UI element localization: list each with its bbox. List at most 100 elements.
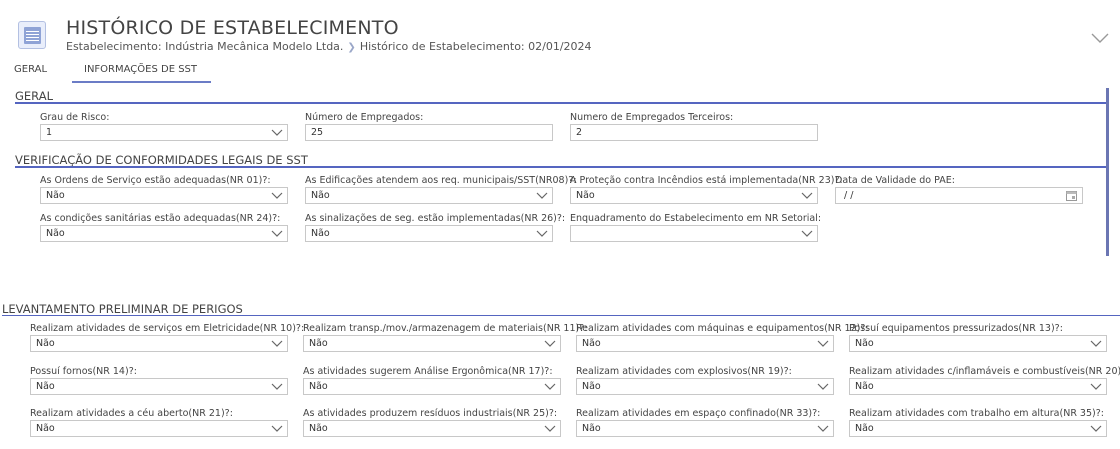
page-header: HISTÓRICO DE ESTABELECIMENTO Estabelecim… (0, 0, 1120, 58)
page-title: HISTÓRICO DE ESTABELECIMENTO (66, 17, 399, 39)
field-value: 1 (46, 127, 53, 138)
perigo-inflamaveis-select[interactable]: Não (849, 378, 1107, 395)
section-divider (2, 315, 1120, 316)
section-divider (15, 102, 1106, 104)
field-label: Realizam atividades em espaço confinado(… (576, 408, 821, 419)
tab-geral[interactable]: GERAL (14, 64, 47, 75)
perigo-espaco-confinado-select[interactable]: Não (576, 420, 834, 437)
field-value: Não (855, 423, 874, 434)
perigo-ceu-aberto-select[interactable]: Não (30, 420, 288, 437)
section-title-conformidades: VERIFICAÇÃO DE CONFORMIDADES LEGAIS DE S… (15, 153, 308, 167)
chevron-down-icon (544, 383, 556, 390)
grau-de-risco-select[interactable]: 1 (40, 124, 288, 141)
field-value: 2 (576, 127, 583, 138)
chevron-down-icon (271, 340, 283, 347)
field-value: Não (311, 190, 330, 201)
tab-bar: GERAL INFORMAÇÕES DE SST (0, 60, 400, 84)
perigo-fornos-select[interactable]: Não (30, 378, 288, 395)
enquadramento-nr-select[interactable] (570, 225, 818, 242)
field-label: Realizam transp./mov./armazenagem de mat… (303, 323, 588, 334)
field-label: As atividades produzem resíduos industri… (303, 408, 558, 419)
perigo-ergonomia-select[interactable]: Não (303, 378, 561, 395)
field-label: A Proteção contra Incêndios está impleme… (570, 175, 843, 186)
chevron-down-icon (817, 425, 829, 432)
perigo-maquinas-select[interactable]: Não (576, 335, 834, 352)
field-label: As condições sanitárias estão adequadas(… (40, 213, 281, 224)
condicoes-sanitarias-select[interactable]: Não (40, 225, 288, 242)
breadcrumb-history: Histórico de Estabelecimento: 02/01/2024 (359, 40, 592, 53)
field-value: Não (582, 423, 601, 434)
field-label: Realizam atividades com máquinas e equip… (576, 323, 869, 334)
edificacoes-select[interactable]: Não (305, 187, 553, 204)
field-value: / / (844, 190, 854, 201)
scrollbar[interactable] (1106, 88, 1109, 256)
chevron-down-icon (1090, 425, 1102, 432)
document-list-icon (18, 21, 46, 49)
field-label: Número de Empregados: (305, 112, 424, 123)
field-label: Realizam atividades de serviços em Eletr… (30, 323, 305, 334)
field-value: Não (36, 338, 55, 349)
field-value: Não (46, 190, 65, 201)
section-title-geral: GERAL (15, 89, 53, 103)
field-value: Não (855, 381, 874, 392)
field-label: Possuí fornos(NR 14)?: (30, 366, 137, 377)
perigo-trabalho-altura-select[interactable]: Não (849, 420, 1107, 437)
chevron-down-icon (271, 425, 283, 432)
field-label: As sinalizações de seg. estão implementa… (305, 213, 566, 224)
chevron-down-icon (536, 230, 548, 237)
sinalizacoes-select[interactable]: Não (305, 225, 553, 242)
chevron-down-icon (544, 425, 556, 432)
field-value: Não (309, 423, 328, 434)
calendar-icon[interactable] (1066, 190, 1077, 201)
field-label: Realizam atividades a céu aberto(NR 21)?… (30, 408, 233, 419)
chevron-down-icon (271, 192, 283, 199)
field-label: Realizam atividades c/inflamáveis e comb… (849, 366, 1120, 377)
chevron-down-icon (1090, 383, 1102, 390)
protecao-incendios-select[interactable]: Não (570, 187, 818, 204)
field-label: As Ordens de Serviço estão adequadas(NR … (40, 175, 271, 186)
perigo-pressurizados-select[interactable]: Não (849, 335, 1107, 352)
section-divider (15, 166, 1106, 168)
field-label: Grau de Risco: (40, 112, 110, 123)
data-validade-pae-input[interactable]: / / (835, 187, 1083, 204)
field-value: Não (309, 338, 328, 349)
field-value: Não (36, 423, 55, 434)
field-label: As atividades sugerem Análise Ergonômica… (303, 366, 553, 377)
chevron-down-icon (271, 129, 283, 136)
chevron-down-icon (801, 192, 813, 199)
chevron-right-icon: ❯ (347, 42, 356, 53)
numero-empregados-input[interactable]: 25 (305, 124, 553, 141)
ordens-servico-select[interactable]: Não (40, 187, 288, 204)
chevron-down-icon (271, 383, 283, 390)
field-value: Não (311, 228, 330, 239)
breadcrumb: Estabelecimento: Indústria Mecânica Mode… (66, 40, 592, 53)
field-value: 25 (311, 127, 324, 138)
field-label: Realizam atividades com explosivos(NR 19… (576, 366, 792, 377)
chevron-down-icon (271, 230, 283, 237)
field-value: Não (309, 381, 328, 392)
numero-empregados-terceiros-input[interactable]: 2 (570, 124, 818, 141)
field-label: Data de Validade do PAE: (835, 175, 955, 186)
field-label: Realizam atividades com trabalho em altu… (849, 408, 1104, 419)
field-value: Não (855, 338, 874, 349)
chevron-down-icon (536, 192, 548, 199)
chevron-down-icon (1090, 340, 1102, 347)
field-label: Numero de Empregados Terceiros: (570, 112, 734, 123)
perigo-explosivos-select[interactable]: Não (576, 378, 834, 395)
perigo-eletricidade-select[interactable]: Não (30, 335, 288, 352)
chevron-down-icon (817, 340, 829, 347)
field-value: Não (46, 228, 65, 239)
chevron-down-icon (801, 230, 813, 237)
chevron-down-icon[interactable] (1090, 28, 1110, 48)
breadcrumb-establishment[interactable]: Estabelecimento: Indústria Mecânica Mode… (66, 40, 343, 53)
field-label: As Edificações atendem aos req. municipa… (305, 175, 577, 186)
chevron-down-icon (817, 383, 829, 390)
tab-informacoes-sst[interactable]: INFORMAÇÕES DE SST (72, 64, 211, 83)
section-title-perigos: LEVANTAMENTO PRELIMINAR DE PERIGOS (2, 302, 243, 316)
field-value: Não (582, 381, 601, 392)
field-value: Não (582, 338, 601, 349)
perigo-transporte-materiais-select[interactable]: Não (303, 335, 561, 352)
perigo-residuos-select[interactable]: Não (303, 420, 561, 437)
field-label: Enquadramento do Estabelecimento em NR S… (570, 213, 822, 224)
field-value: Não (576, 190, 595, 201)
